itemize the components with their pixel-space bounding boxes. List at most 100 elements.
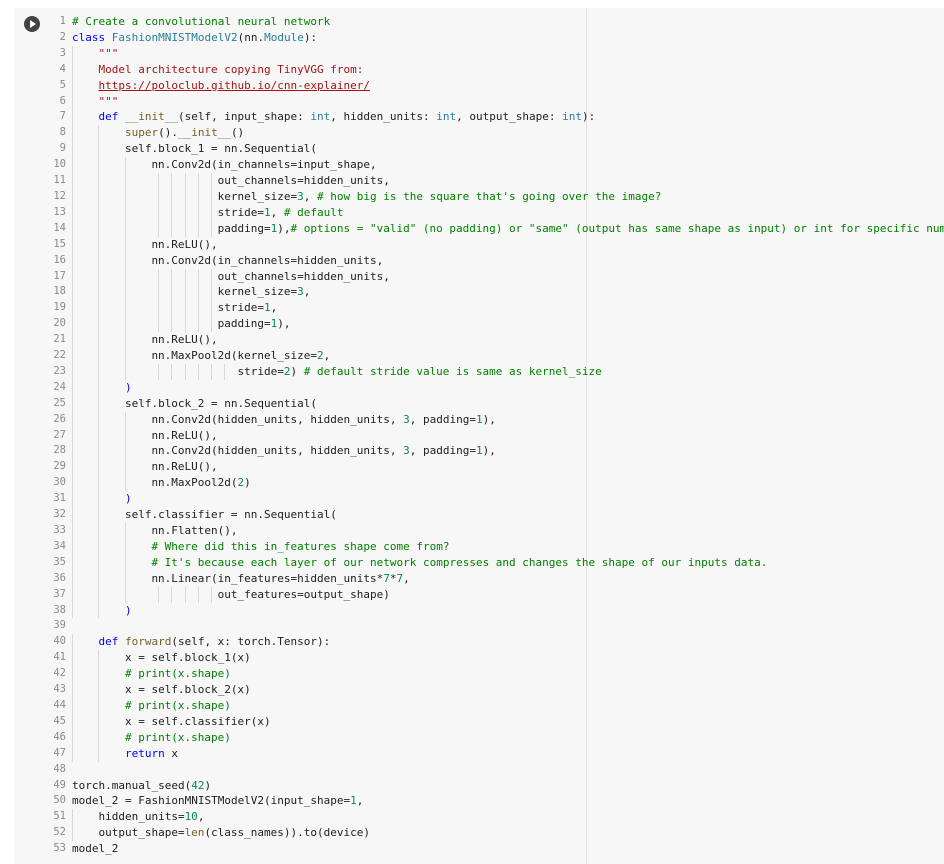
code-line[interactable]: 49 torch.manual_seed(42): [14, 778, 944, 794]
code-text[interactable]: stride=1,: [218, 300, 278, 316]
code-text[interactable]: super().__init__(): [125, 125, 244, 141]
code-text[interactable]: # Create a convolutional neural network: [72, 14, 330, 30]
code-line[interactable]: 36 nn.Linear(in_features=hidden_units*7*7…: [14, 570, 944, 587]
code-text[interactable]: nn.Conv2d(hidden_units, hidden_units, 3,…: [151, 412, 495, 428]
code-line[interactable]: 29 nn.ReLU(),: [14, 459, 944, 476]
code-line[interactable]: 45 x = self.classifier(x): [14, 713, 944, 730]
code-text[interactable]: # It's because each layer of our network…: [151, 555, 767, 571]
code-line[interactable]: 28 nn.Conv2d(hidden_units, hidden_units, …: [14, 443, 944, 460]
code-line[interactable]: 39: [14, 618, 944, 634]
code-text[interactable]: x = self.block_2(x): [125, 682, 251, 698]
code-line[interactable]: 9 self.block_1 = nn.Sequential(: [14, 141, 944, 158]
code-text[interactable]: """: [98, 94, 118, 110]
code-line[interactable]: 37 out_features=output_shape): [14, 586, 944, 603]
code-line[interactable]: 42 # print(x.shape): [14, 666, 944, 683]
code-line[interactable]: 27 nn.ReLU(),: [14, 427, 944, 444]
code-line[interactable]: 35 # It's because each layer of our netwo…: [14, 554, 944, 571]
code-text[interactable]: def __init__(self, input_shape: int, hid…: [98, 109, 595, 125]
code-text[interactable]: self.block_2 = nn.Sequential(: [125, 396, 317, 412]
code-text[interactable]: nn.ReLU(),: [151, 428, 217, 444]
code-line[interactable]: 8 super().__init__(): [14, 125, 944, 142]
code-text[interactable]: nn.MaxPool2d(kernel_size=2,: [151, 348, 330, 364]
code-text[interactable]: """: [98, 46, 118, 62]
code-line[interactable]: 24): [14, 379, 944, 396]
code-text[interactable]: nn.Flatten(),: [151, 523, 237, 539]
code-text[interactable]: self.block_1 = nn.Sequential(: [125, 141, 317, 157]
code-line[interactable]: 53 model_2: [14, 841, 944, 857]
code-line[interactable]: 21 nn.ReLU(),: [14, 332, 944, 349]
code-line[interactable]: 46 # print(x.shape): [14, 729, 944, 746]
code-line[interactable]: 3 """: [14, 45, 944, 62]
code-line[interactable]: 13 stride=1, # default: [14, 204, 944, 221]
code-text[interactable]: # Where did this in_features shape come …: [151, 539, 449, 555]
code-text[interactable]: padding=1),: [218, 316, 291, 332]
code-text[interactable]: nn.Conv2d(in_channels=input_shape,: [151, 157, 376, 173]
code-line[interactable]: 11 out_channels=hidden_units,: [14, 173, 944, 189]
code-text[interactable]: x = self.block_1(x): [125, 650, 251, 666]
code-text[interactable]: padding=1),# options = "valid" (no paddi…: [218, 221, 944, 237]
code-line[interactable]: 14 padding=1),# options = "valid" (no pad…: [14, 220, 944, 237]
code-text[interactable]: nn.ReLU(),: [151, 332, 217, 348]
code-text[interactable]: out_channels=hidden_units,: [218, 173, 390, 189]
code-line[interactable]: 18 kernel_size=3,: [14, 284, 944, 301]
code-cell[interactable]: 1 # Create a convolutional neural network…: [14, 8, 944, 864]
code-text[interactable]: nn.ReLU(),: [151, 459, 217, 475]
code-text[interactable]: nn.Conv2d(hidden_units, hidden_units, 3,…: [151, 443, 495, 459]
code-line[interactable]: 48: [14, 762, 944, 778]
code-text[interactable]: x = self.classifier(x): [125, 714, 271, 730]
code-line[interactable]: 2 class FashionMNISTModelV2(nn.Module):: [14, 30, 944, 46]
code-line[interactable]: 40 def forward(self, x: torch.Tensor):: [14, 634, 944, 651]
code-line[interactable]: 47 return x: [14, 745, 944, 762]
code-text[interactable]: class FashionMNISTModelV2(nn.Module):: [72, 30, 317, 46]
code-line[interactable]: 6 """: [14, 93, 944, 110]
code-line[interactable]: 33 nn.Flatten(),: [14, 523, 944, 539]
code-line[interactable]: 7 def __init__(self, input_shape: int, hi…: [14, 109, 944, 126]
code-line[interactable]: 22 nn.MaxPool2d(kernel_size=2,: [14, 348, 944, 364]
code-text[interactable]: kernel_size=3,: [218, 284, 311, 300]
code-line[interactable]: 1 # Create a convolutional neural network: [14, 14, 944, 30]
code-text[interactable]: out_features=output_shape): [218, 587, 390, 603]
code-line[interactable]: 5 https://poloclub.github.io/cnn-explaine…: [14, 77, 944, 94]
code-line[interactable]: 38): [14, 602, 944, 619]
code-line[interactable]: 34 # Where did this in_features shape com…: [14, 538, 944, 555]
code-text[interactable]: hidden_units=10,: [98, 809, 204, 825]
code-text[interactable]: kernel_size=3, # how big is the square t…: [218, 189, 662, 205]
code-line[interactable]: 12 kernel_size=3, # how big is the square…: [14, 188, 944, 205]
code-text[interactable]: model_2: [72, 841, 118, 857]
code-line[interactable]: 20 padding=1),: [14, 316, 944, 333]
code-line[interactable]: 25 self.block_2 = nn.Sequential(: [14, 395, 944, 412]
code-text[interactable]: nn.Linear(in_features=hidden_units*7*7,: [151, 571, 409, 587]
code-line[interactable]: 44 # print(x.shape): [14, 697, 944, 714]
code-text[interactable]: # print(x.shape): [125, 666, 231, 682]
code-editor[interactable]: 1 # Create a convolutional neural network…: [14, 14, 944, 857]
code-line[interactable]: 52 output_shape=len(class_names)).to(devi…: [14, 825, 944, 842]
code-text[interactable]: Model architecture copying TinyVGG from:: [98, 62, 363, 78]
code-text[interactable]: ): [125, 603, 132, 619]
code-text[interactable]: https://poloclub.github.io/cnn-explainer…: [98, 78, 370, 94]
code-text[interactable]: model_2 = FashionMNISTModelV2(input_shap…: [72, 793, 363, 809]
code-text[interactable]: out_channels=hidden_units,: [218, 269, 390, 285]
code-text[interactable]: self.classifier = nn.Sequential(: [125, 507, 337, 523]
code-line[interactable]: 15 nn.ReLU(),: [14, 236, 944, 253]
code-text[interactable]: torch.manual_seed(42): [72, 778, 211, 794]
code-line[interactable]: 26 nn.Conv2d(hidden_units, hidden_units, …: [14, 411, 944, 428]
code-text[interactable]: return x: [125, 746, 178, 762]
code-line[interactable]: 30 nn.MaxPool2d(2): [14, 475, 944, 492]
code-line[interactable]: 51 hidden_units=10,: [14, 809, 944, 826]
code-text[interactable]: ): [125, 491, 132, 507]
code-line[interactable]: 31): [14, 491, 944, 508]
code-line[interactable]: 17 out_channels=hidden_units,: [14, 268, 944, 285]
code-line[interactable]: 10 nn.Conv2d(in_channels=input_shape,: [14, 157, 944, 174]
code-text[interactable]: output_shape=len(class_names)).to(device…: [98, 825, 370, 841]
code-line[interactable]: 50 model_2 = FashionMNISTModelV2(input_sh…: [14, 793, 944, 809]
code-line[interactable]: 19 stride=1,: [14, 300, 944, 317]
code-line[interactable]: 43 x = self.block_2(x): [14, 682, 944, 698]
code-text[interactable]: nn.ReLU(),: [151, 237, 217, 253]
code-text[interactable]: # print(x.shape): [125, 698, 231, 714]
code-line[interactable]: 16 nn.Conv2d(in_channels=hidden_units,: [14, 252, 944, 269]
code-text[interactable]: stride=1, # default: [218, 205, 344, 221]
code-text[interactable]: # print(x.shape): [125, 730, 231, 746]
code-line[interactable]: 32 self.classifier = nn.Sequential(: [14, 507, 944, 523]
code-line[interactable]: 4 Model architecture copying TinyVGG from…: [14, 61, 944, 78]
code-text[interactable]: stride=2) # default stride value is same…: [238, 364, 602, 380]
